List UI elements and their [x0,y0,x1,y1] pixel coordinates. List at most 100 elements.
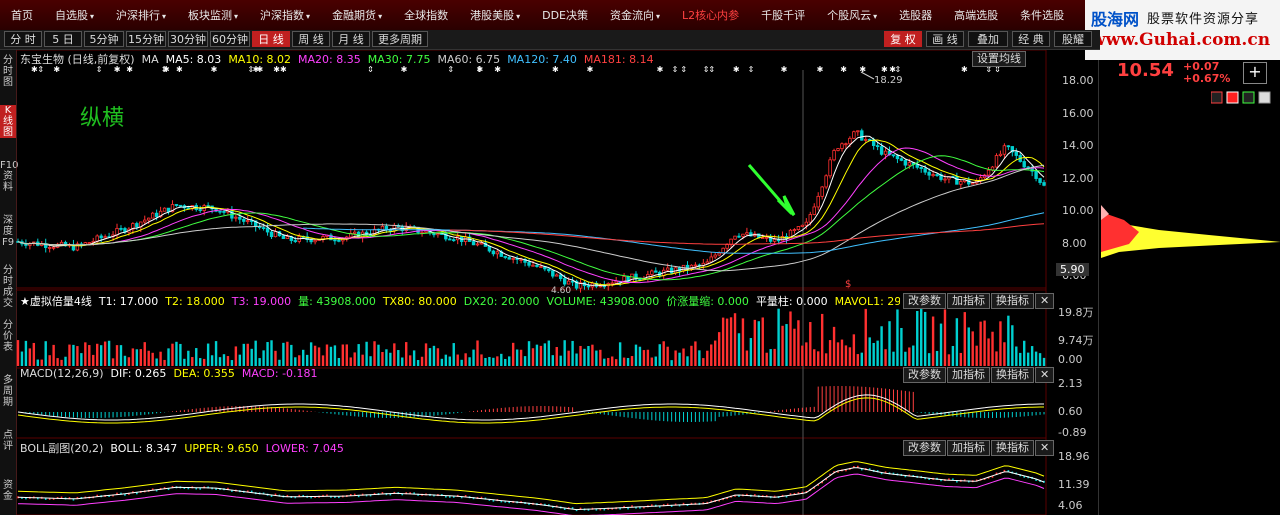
signal-icon: ✱ [961,65,968,74]
candle [824,174,828,190]
volume-bar [80,353,83,366]
candle [547,268,551,273]
panel-button[interactable]: 换指标 [991,367,1034,383]
close-icon[interactable]: ✕ [1035,293,1055,309]
volume-bar [781,325,784,366]
volume-bar [820,313,824,366]
rail-tab[interactable]: F10资料 [0,160,18,193]
period-button[interactable]: 周 线 [292,31,330,47]
top-menu-item[interactable]: 自选股 ▾ [44,7,105,23]
rail-tab[interactable]: 分价表 [0,320,16,353]
signal-icon: ⇕ [447,65,454,74]
volume-bar [670,360,673,366]
candle [555,273,559,277]
signal-icon: ✱ [114,65,121,74]
top-menu-item[interactable]: 沪深指数 ▾ [249,7,321,23]
volume-bar [864,308,867,366]
top-menu-item[interactable]: 资金流向 ▾ [599,7,671,23]
toolbar-right-button[interactable]: 复 权 [884,31,922,47]
top-menu-item[interactable]: 个股风云 ▾ [816,7,888,23]
panel-button[interactable]: 加指标 [947,293,990,309]
toolbar-right-button[interactable]: 画 线 [926,31,964,47]
toolbar-right-button[interactable]: 经 典 [1012,31,1050,47]
volume-bar [424,343,428,366]
period-button[interactable]: 5 日 [44,31,82,47]
top-menu-item[interactable]: 板块监测 ▾ [177,7,249,23]
volume-bar [658,344,661,366]
rail-tab[interactable]: 点评 [0,430,16,452]
volume-bar [28,348,32,366]
toolbar-right-button[interactable]: 股耀 [1054,31,1092,47]
top-menu-item[interactable]: 千股千评 [750,7,816,23]
rail-tab[interactable]: 资金 [0,480,16,502]
rail-tab[interactable]: 多周期 [0,375,16,408]
volume-bar [468,357,471,366]
top-menu-item[interactable]: 高端选股 [943,7,1009,23]
volume-bar [785,324,788,366]
candle [816,192,820,211]
volume-bar [278,359,281,366]
period-button[interactable]: 更多周期 [372,31,428,47]
signal-icon: ✱ [817,65,824,74]
top-menu-item[interactable]: 金融期货 ▾ [321,7,393,23]
volume-bar [373,341,376,366]
panel-button[interactable]: 加指标 [947,367,990,383]
volume-bar [733,313,737,366]
period-button[interactable]: 60分钟 [210,31,250,47]
top-menu-item[interactable]: 沪深排行 ▾ [105,7,177,23]
volume-bar [603,358,606,366]
candle [733,235,737,240]
volume-bar [242,343,245,366]
period-button[interactable]: 30分钟 [168,31,208,47]
top-menu-item[interactable]: 全球指数 [393,7,459,23]
candle [1006,145,1011,151]
volume-bar [408,355,412,366]
panel-button[interactable]: 改参数 [903,440,946,456]
panel-button[interactable]: 改参数 [903,367,946,383]
panel-button[interactable]: 加指标 [947,440,990,456]
price-change-pct: +0.67% [1183,72,1231,85]
current-price: 10.54 [1117,60,1174,81]
top-menu-item[interactable]: 港股美股 ▾ [459,7,531,23]
period-button[interactable]: 月 线 [332,31,370,47]
top-menu-item[interactable]: DDE决策 [531,7,599,23]
close-icon[interactable]: ✕ [1035,367,1055,383]
volume-bar [1023,340,1026,366]
volume-bar [634,344,638,366]
chevron-down-icon: ▾ [873,12,878,21]
period-button[interactable]: 日 线 [252,31,290,47]
tool-icons[interactable] [1211,90,1279,106]
panel-button[interactable]: 换指标 [991,440,1034,456]
chevron-down-icon: ▾ [378,12,383,21]
rail-tab[interactable]: 分时图 [0,55,16,88]
period-button[interactable]: 5分钟 [84,31,124,47]
period-button[interactable]: 15分钟 [126,31,166,47]
rail-tab[interactable]: K线图 [0,105,16,138]
candle [919,166,923,173]
boll-upper [17,461,1045,505]
close-icon[interactable]: ✕ [1035,440,1055,456]
candle [321,234,325,243]
toolbar-right-button[interactable]: 叠加 [968,31,1008,47]
candle [994,153,999,168]
volume-bar [638,346,642,366]
top-menu-item[interactable]: 条件选股 [1009,7,1075,23]
top-menu-item[interactable]: 首页 [0,7,44,23]
volume-bar [900,327,903,366]
period-button[interactable]: 分 时 [4,31,42,47]
volume-bar [472,349,475,366]
top-menu-item[interactable]: L2核心内参 [671,7,750,23]
top-menu-item[interactable]: 选股器 [888,7,943,23]
volume-bar [642,350,646,366]
panel-button[interactable]: 改参数 [903,293,946,309]
volume-bar [813,349,816,366]
rail-tab[interactable]: 深度F9 [0,215,16,248]
set-ma-button[interactable]: 设置均线 [972,51,1026,67]
candle [959,180,963,190]
add-button[interactable]: + [1243,62,1267,84]
rail-tab[interactable]: 分时成交 [0,265,16,309]
volume-bar [884,349,887,366]
volume-bar [789,311,792,366]
volume-bar [547,340,551,366]
panel-button[interactable]: 换指标 [991,293,1034,309]
